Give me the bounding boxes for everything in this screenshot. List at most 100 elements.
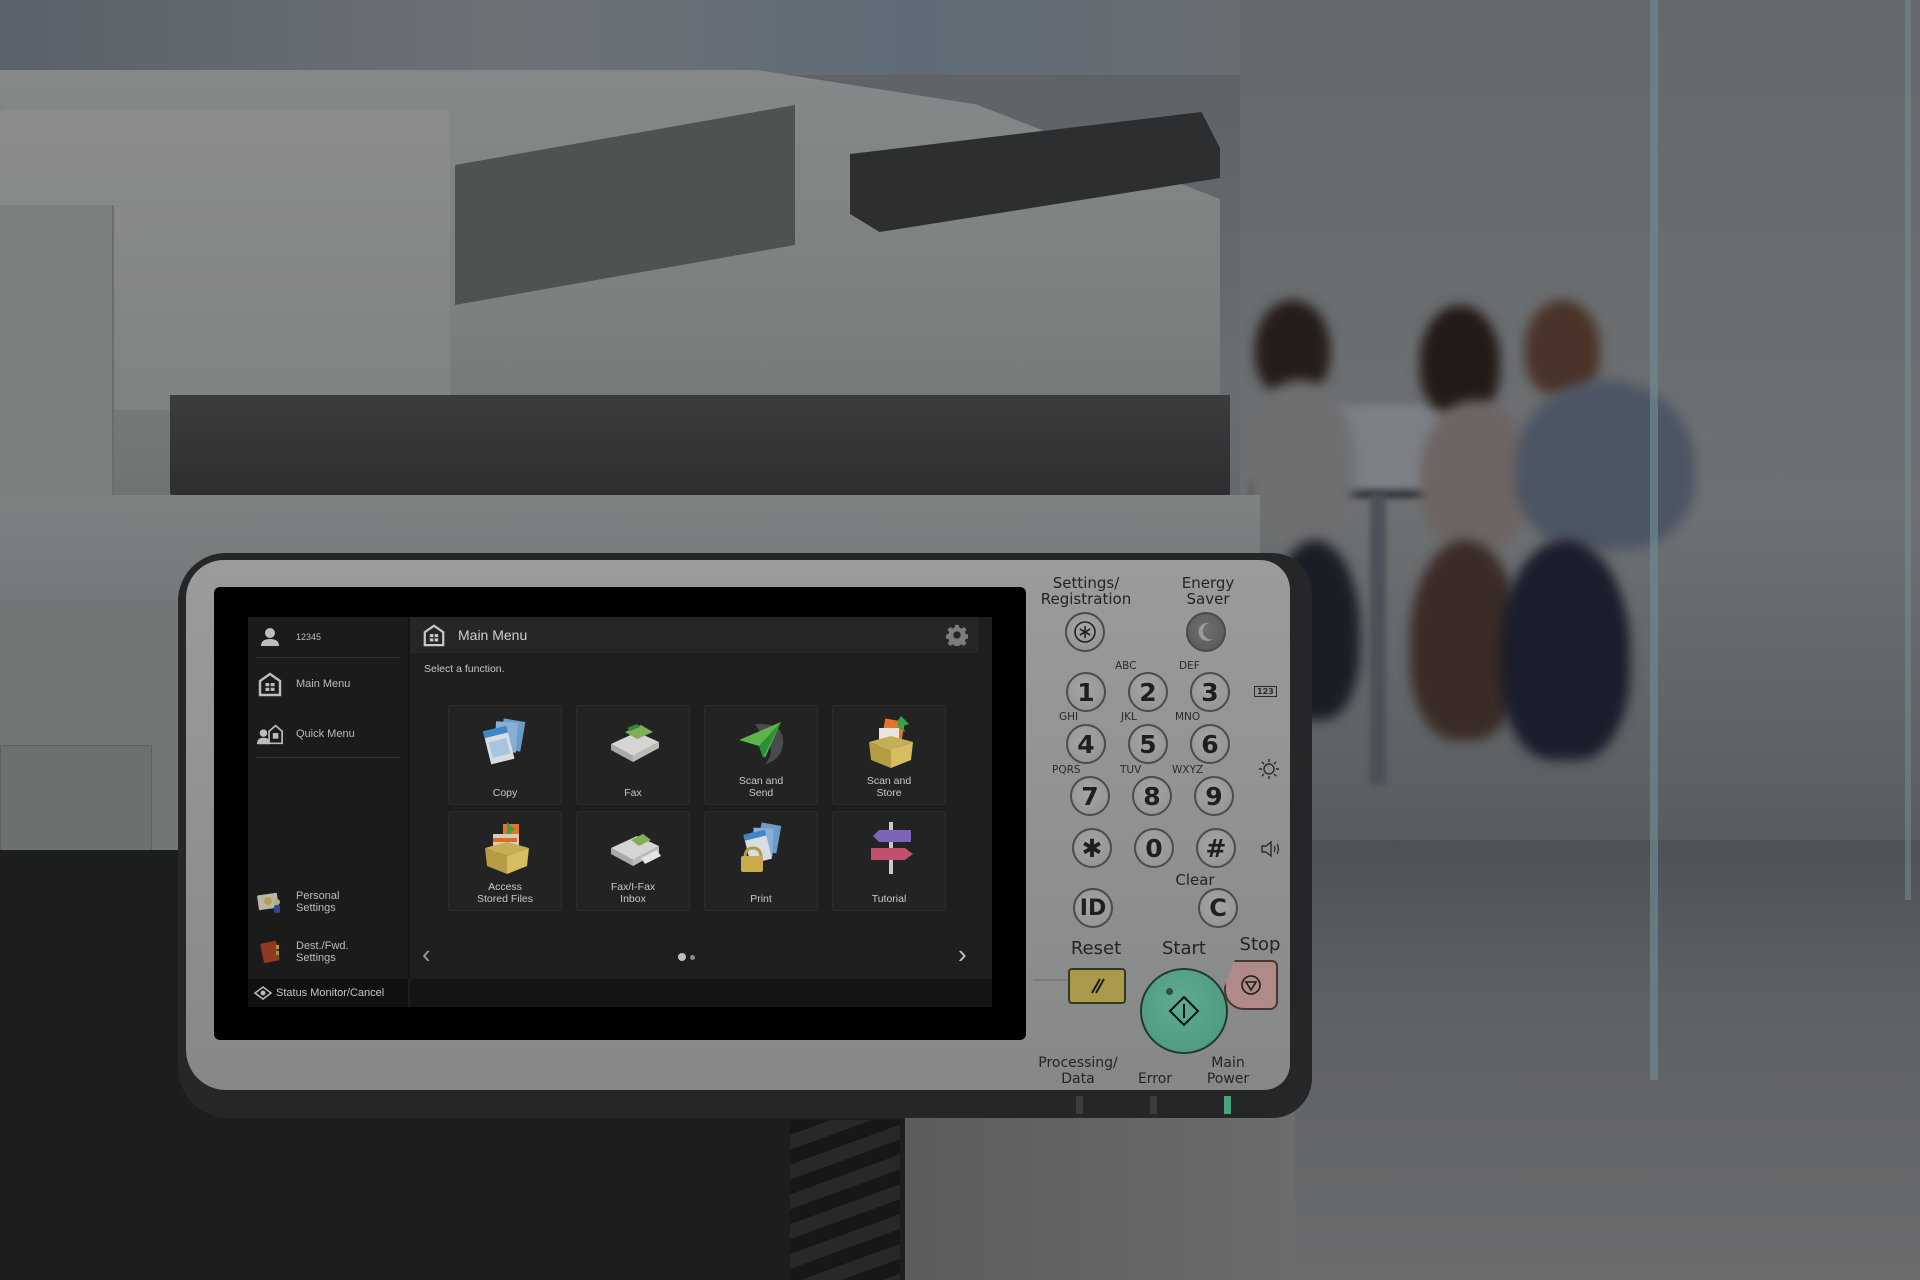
- energy-saver-button[interactable]: [1186, 612, 1226, 652]
- key-2[interactable]: 2: [1128, 672, 1168, 712]
- sidebar-item-label: Dest./Fwd. Settings: [296, 940, 349, 964]
- sidebar: 12345 Main Menu Quick Menu Personal Sett…: [248, 617, 410, 979]
- glass-partition: [1905, 0, 1911, 900]
- key-asterisk[interactable]: ✱: [1072, 828, 1112, 868]
- tile-fax-ifax-inbox[interactable]: Fax/I-Fax Inbox: [576, 811, 690, 911]
- tile-scan-and-send[interactable]: Scan and Send: [704, 705, 818, 805]
- printer-vent: [790, 1120, 900, 1280]
- page-indicator: [690, 955, 695, 960]
- main-power-label: Main Power: [1206, 1055, 1250, 1087]
- scan-store-icon: [863, 714, 919, 770]
- instruction-text: Select a function.: [424, 663, 505, 675]
- sidebar-item-dest-fwd-settings[interactable]: Dest./Fwd. Settings: [256, 935, 400, 969]
- tile-print[interactable]: Print: [704, 811, 818, 911]
- tile-tutorial[interactable]: Tutorial: [832, 811, 946, 911]
- person-legs: [1500, 540, 1630, 760]
- sidebar-item-label: Main Menu: [296, 678, 351, 690]
- sidebar-item-label: Quick Menu: [296, 728, 355, 740]
- person-head: [1420, 305, 1500, 415]
- tile-label: Copy: [492, 787, 518, 799]
- stop-button[interactable]: [1224, 960, 1278, 1010]
- status-bar: [410, 979, 992, 1007]
- tile-label: Scan and Send: [738, 775, 784, 799]
- key-letters: PQRS: [1052, 764, 1081, 776]
- key-4[interactable]: 4: [1066, 724, 1106, 764]
- key-hash[interactable]: #: [1196, 828, 1236, 868]
- tile-label: Tutorial: [871, 893, 907, 905]
- moon-icon: [1198, 622, 1213, 641]
- key-letters: ABC: [1115, 660, 1137, 672]
- key-3[interactable]: 3: [1190, 672, 1230, 712]
- start-button[interactable]: [1140, 968, 1228, 1054]
- status-monitor-label: Status Monitor/Cancel: [276, 987, 385, 999]
- start-label: Start: [1162, 938, 1206, 959]
- id-button[interactable]: ID: [1073, 888, 1113, 928]
- sidebar-divider: [256, 657, 400, 658]
- brightness-icon[interactable]: [1258, 758, 1280, 785]
- page-indicator-active: [678, 953, 686, 961]
- fax-icon: [607, 714, 663, 770]
- home-icon: [422, 623, 446, 647]
- status-monitor-icon: [254, 986, 272, 1000]
- key-8[interactable]: 8: [1132, 776, 1172, 816]
- processing-data-indicator: [1076, 1096, 1083, 1114]
- secure-print-icon: [735, 820, 791, 876]
- status-monitor-button[interactable]: Status Monitor/Cancel: [248, 979, 408, 1007]
- key-letters: JKL: [1121, 711, 1137, 723]
- key-1[interactable]: 1: [1066, 672, 1106, 712]
- tile-copy[interactable]: Copy: [448, 705, 562, 805]
- tile-fax[interactable]: Fax: [576, 705, 690, 805]
- user-login-item[interactable]: 12345: [256, 623, 400, 651]
- user-icon: [256, 625, 284, 649]
- tile-scan-and-store[interactable]: Scan and Store: [832, 705, 946, 805]
- printer-side-right: [905, 1100, 1295, 1280]
- settings-icon: [1074, 621, 1096, 643]
- volume-icon[interactable]: [1260, 840, 1284, 863]
- key-0[interactable]: 0: [1134, 828, 1174, 868]
- gear-icon[interactable]: [946, 624, 968, 646]
- key-6[interactable]: 6: [1190, 724, 1230, 764]
- office-floor: [1240, 840, 1920, 1280]
- tile-label: Fax/I-Fax Inbox: [610, 881, 656, 905]
- tile-label: Scan and Store: [866, 775, 912, 799]
- settings-registration-label: Settings/ Registration: [1040, 574, 1132, 608]
- person-body: [1245, 380, 1355, 540]
- tile-label: Print: [750, 893, 772, 905]
- next-page-button[interactable]: ›: [958, 941, 967, 967]
- key-letters: WXYZ: [1172, 764, 1204, 776]
- processing-data-label: Processing/ Data: [1038, 1055, 1118, 1087]
- key-9[interactable]: 9: [1194, 776, 1234, 816]
- sidebar-item-quick-menu[interactable]: Quick Menu: [256, 717, 400, 751]
- sidebar-item-label: Personal Settings: [296, 890, 340, 914]
- user-id: 12345: [296, 632, 322, 642]
- personal-settings-icon: [256, 890, 284, 914]
- key-5[interactable]: 5: [1128, 724, 1168, 764]
- error-indicator: [1150, 1096, 1157, 1114]
- tile-access-stored-files[interactable]: Access Stored Files: [448, 811, 562, 911]
- person-body: [1420, 400, 1530, 550]
- sidebar-item-main-menu[interactable]: Main Menu: [256, 667, 400, 701]
- reset-button[interactable]: [1068, 968, 1126, 1004]
- prev-page-button[interactable]: ‹: [422, 941, 431, 967]
- settings-registration-button[interactable]: [1065, 612, 1105, 652]
- reset-label: Reset: [1070, 938, 1122, 959]
- fax-inbox-icon: [607, 820, 663, 876]
- home-icon: [256, 672, 284, 697]
- key-letters: GHI: [1059, 711, 1079, 723]
- clear-button[interactable]: C: [1198, 888, 1238, 928]
- reset-icon: [1091, 978, 1105, 994]
- address-book-icon: [256, 940, 284, 964]
- key-7[interactable]: 7: [1070, 776, 1110, 816]
- key-letters: MNO: [1175, 711, 1201, 723]
- scan-send-icon: [735, 714, 791, 770]
- counter-check-icon[interactable]: 123: [1254, 686, 1277, 697]
- signpost-icon: [863, 820, 919, 876]
- background-windows: [0, 0, 1300, 75]
- page-title: Main Menu: [458, 627, 528, 643]
- sidebar-item-personal-settings[interactable]: Personal Settings: [256, 885, 400, 919]
- touchscreen-ui: 12345 Main Menu Quick Menu Personal Sett…: [248, 617, 992, 1007]
- key-letters: DEF: [1179, 660, 1200, 672]
- start-icon: [1168, 995, 1200, 1027]
- office-table-leg: [1370, 495, 1386, 785]
- tile-label: Access Stored Files: [476, 881, 534, 905]
